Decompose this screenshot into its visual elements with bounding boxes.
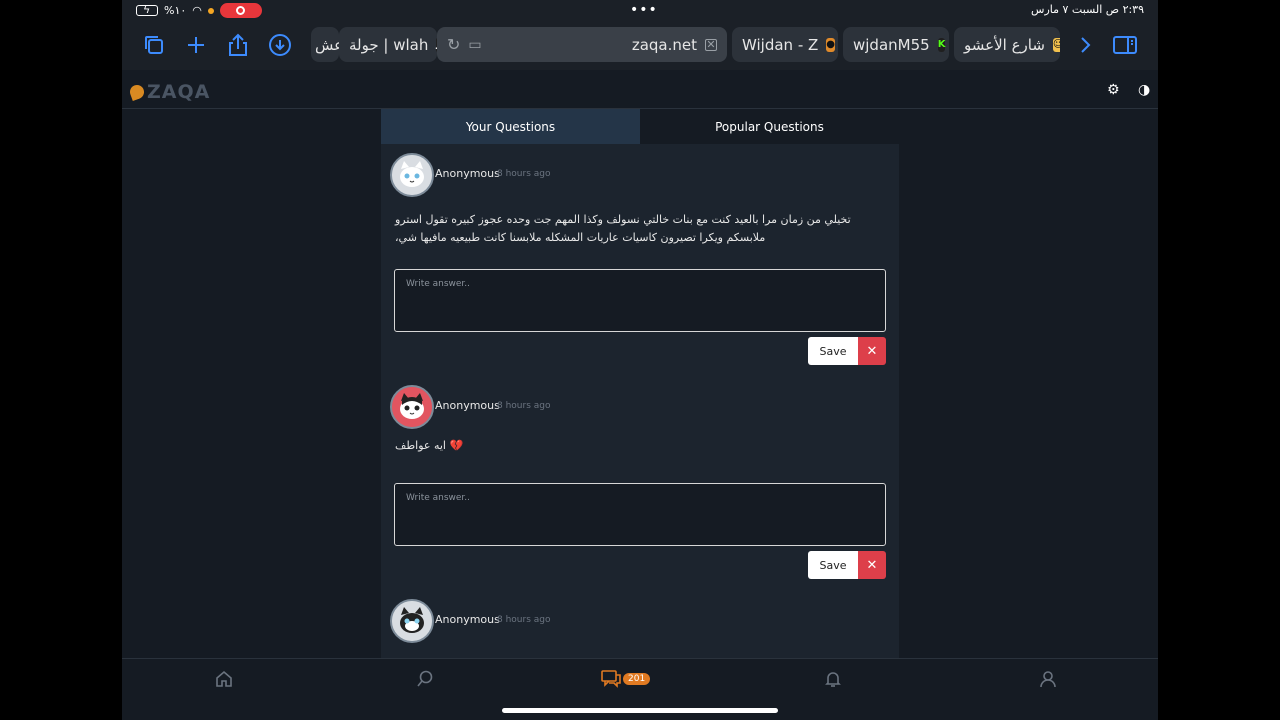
app-header: ZAQA ⚙ ◑ <box>122 70 1158 109</box>
tab-label: عش <box>315 35 339 54</box>
status-left: %١٠ ◠ <box>136 3 262 18</box>
search-icon[interactable] <box>413 667 437 691</box>
tab-4[interactable]: Wijdan - Z ● <box>732 27 838 62</box>
cat-avatar-icon <box>392 155 432 195</box>
home-indicator[interactable] <box>502 708 778 713</box>
zaqa-app: ZAQA ⚙ ◑ Your Questions Popular Question… <box>122 70 1158 720</box>
tab-label: wjdanM55 <box>853 35 930 54</box>
status-datetime: ٢:٣٩ ص السبت ٧ مارس <box>1031 3 1144 16</box>
tab-1[interactable]: عش <box>311 27 339 62</box>
username[interactable]: Anonymous <box>435 167 500 180</box>
question-tabs: Your Questions Popular Questions <box>381 109 899 144</box>
tab-favicon-icon: K <box>937 37 946 52</box>
tab-label: شارع الأعشو <box>964 35 1045 54</box>
home-icon[interactable] <box>212 667 236 691</box>
tab-label: Wijdan - Z <box>742 35 819 54</box>
logo-paw-icon <box>128 83 146 101</box>
avatar[interactable] <box>390 153 434 197</box>
close-icon[interactable]: ✕ <box>858 337 886 365</box>
tab-2[interactable]: جولة | wlah J <box>339 27 437 62</box>
battery-icon <box>136 3 158 16</box>
battery-percent: %١٠ <box>164 4 187 17</box>
reload-icon[interactable]: ↻ <box>447 35 460 54</box>
tab-active-address[interactable]: ↻ ▭ zaqa.net ✕ <box>437 27 727 62</box>
share-icon[interactable] <box>225 32 251 58</box>
close-tab-icon[interactable]: ✕ <box>705 38 717 51</box>
new-tab-icon[interactable] <box>183 32 209 58</box>
timestamp: 8 hours ago <box>497 401 551 411</box>
questions-count-badge: 201 <box>623 673 651 685</box>
wifi-icon: ◠ <box>192 4 202 17</box>
logo[interactable]: ZAQA <box>128 81 211 103</box>
sidebar-icon[interactable] <box>1112 32 1138 58</box>
question-text: تخيلي من زمان مرا بالعيد كنت مع بنات خال… <box>395 213 851 244</box>
tab-favicon-icon: ● <box>826 37 836 52</box>
logo-text: ZAQA <box>147 81 211 103</box>
tab-favicon-icon: ☺ <box>1052 37 1060 52</box>
answer-input[interactable]: Write answer.. <box>394 483 886 546</box>
cat-avatar-icon <box>392 387 432 427</box>
notifications-bell-icon[interactable] <box>821 667 845 691</box>
screen-record-icon[interactable] <box>219 3 262 18</box>
save-button[interactable]: Save <box>808 337 858 365</box>
tab-5[interactable]: wjdanM55 K <box>843 27 949 62</box>
mic-indicator-icon <box>207 7 214 14</box>
tab-your-questions[interactable]: Your Questions <box>381 109 640 144</box>
save-button[interactable]: Save <box>808 551 858 579</box>
reader-icon[interactable]: ▭ <box>468 37 481 53</box>
avatar[interactable] <box>390 599 434 643</box>
close-icon[interactable]: ✕ <box>858 551 886 579</box>
username[interactable]: Anonymous <box>435 613 500 626</box>
username[interactable]: Anonymous <box>435 399 500 412</box>
theme-toggle-icon[interactable]: ◑ <box>1138 82 1150 98</box>
browser-toolbar: عش جولة | wlah J ↻ ▭ zaqa.net ✕ Wijdan -… <box>122 22 1158 70</box>
cat-avatar-icon <box>392 601 432 641</box>
answer-input[interactable]: Write answer.. <box>394 269 886 332</box>
tab-popular-questions[interactable]: Popular Questions <box>640 109 899 144</box>
address-url[interactable]: zaqa.net <box>632 36 697 54</box>
screen: %١٠ ◠ ••• ٢:٣٩ ص السبت ٧ مارس عش جولة | … <box>0 0 1280 720</box>
tabs-overview-icon[interactable] <box>141 32 167 58</box>
answer-placeholder: Write answer.. <box>406 279 471 289</box>
settings-gear-icon[interactable]: ⚙ <box>1107 82 1120 98</box>
status-bar: %١٠ ◠ ••• ٢:٣٩ ص السبت ٧ مارس <box>122 0 1158 22</box>
tab-label: جولة | wlah <box>349 35 429 54</box>
tab-6[interactable]: شارع الأعشو ☺ <box>954 27 1060 62</box>
forward-icon[interactable] <box>1072 32 1098 58</box>
question-text: 💔 ايه عواطف <box>395 439 464 452</box>
avatar[interactable] <box>390 385 434 429</box>
timestamp: 8 hours ago <box>497 169 551 179</box>
questions-panel: Your Questions Popular Questions Anonymo… <box>381 109 899 659</box>
questions-chat-icon[interactable] <box>599 667 623 691</box>
download-icon[interactable] <box>267 32 293 58</box>
timestamp: 8 hours ago <box>497 615 551 625</box>
multitask-dots[interactable]: ••• <box>630 2 658 18</box>
answer-placeholder: Write answer.. <box>406 493 471 503</box>
profile-icon[interactable] <box>1036 667 1060 691</box>
